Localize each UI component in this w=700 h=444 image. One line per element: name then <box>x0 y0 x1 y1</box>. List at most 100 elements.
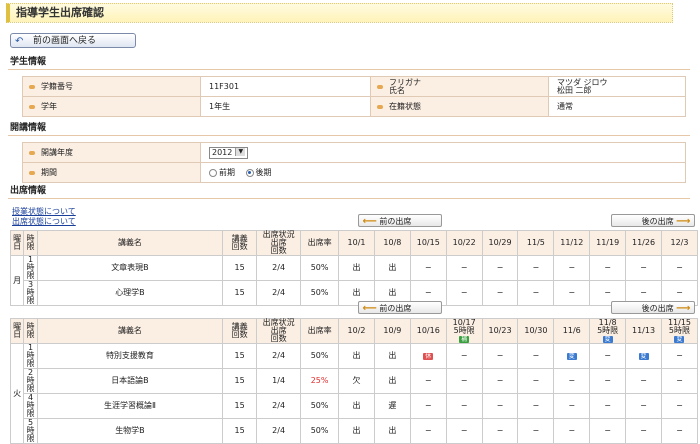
attendance-cell: 出 <box>338 343 375 369</box>
next-attendance-button[interactable]: 後の出席 ⟶ <box>611 214 695 227</box>
table-header-row: 曜日時限講義名 講義 回数 出席状況 出席 回数 出席率 10/1 10/8 10/15 10/22… <box>9 230 699 256</box>
header-attendance-status: 出席状況 出席 回数 <box>256 318 302 344</box>
attended-count: 2/4 <box>256 343 302 369</box>
header-date: 10/29 <box>481 230 519 256</box>
attended-count: 2/4 <box>256 393 302 419</box>
back-button[interactable]: ↶ 前の画面へ戻る <box>10 33 136 48</box>
arrow-right-icon: ⟶ <box>676 216 694 227</box>
attendance-cell: 休 <box>409 343 447 369</box>
header-date: 12/3 <box>660 230 699 256</box>
period-cell: 2時限 <box>23 368 38 394</box>
attendance-table-monday: 曜日時限講義名 講義 回数 出席状況 出席 回数 出席率 10/1 10/8 10/15 10/22… <box>9 230 699 306</box>
course-name: 生物学B <box>36 418 224 444</box>
attendance-cell: − <box>445 280 483 306</box>
period-cell: 5時限 <box>23 418 38 444</box>
attendance-cell: − <box>481 343 519 369</box>
course-year-cell: 2012 ▼ <box>200 142 686 163</box>
attendance-cell: − <box>517 418 555 444</box>
attendance-cell: − <box>589 393 627 419</box>
header-lectures: 講義 回数 <box>222 230 258 256</box>
attendance-cell: − <box>445 368 483 394</box>
prev-attendance-button-2[interactable]: ⟵ 前の出席 <box>358 301 442 314</box>
student-id-value: 11F301 <box>200 76 371 97</box>
attendance-cell: − <box>481 368 519 394</box>
attendance-cell: − <box>660 393 699 419</box>
schedule-badge: 変 <box>674 336 685 343</box>
year-value: 1年生 <box>200 96 371 117</box>
attendance-rate: 50% <box>300 418 340 444</box>
attendance-cell: 出 <box>373 418 411 444</box>
attendance-rate: 50% <box>300 280 340 306</box>
schedule-badge: 補 <box>459 336 470 343</box>
period-cell: 1時限 <box>23 255 38 281</box>
table-row: 5 時限生物学B 15 2/4 50% 出出 − − − − − − − − <box>11 418 699 444</box>
lecture-count: 15 <box>222 368 258 394</box>
attendance-cell: − <box>553 280 591 306</box>
divider <box>8 198 690 199</box>
attendance-cell: − <box>409 368 447 394</box>
attendance-cell: − <box>517 280 555 306</box>
attendance-cell: − <box>481 280 519 306</box>
lecture-count: 15 <box>222 343 258 369</box>
attendance-cell: − <box>517 393 555 419</box>
attendance-rate: 50% <box>300 343 340 369</box>
attended-count: 2/4 <box>256 418 302 444</box>
prev-attendance-button[interactable]: ⟵ 前の出席 <box>358 214 442 227</box>
divider <box>8 135 690 136</box>
bullet-icon <box>377 84 383 89</box>
attendance-cell: 変 <box>553 343 591 369</box>
header-date: 10/9 <box>373 318 411 344</box>
attendance-heading: 出席情報 <box>10 186 47 196</box>
header-date: 11/5 <box>517 230 555 256</box>
attendance-cell: − <box>481 418 519 444</box>
attendance-cell: 欠 <box>338 368 375 394</box>
term-label: 期間 <box>22 162 201 183</box>
attendance-cell: − <box>517 343 555 369</box>
header-day: 曜日 <box>9 318 25 344</box>
lecture-count: 15 <box>222 418 258 444</box>
course-year-label: 開講年度 <box>22 142 201 163</box>
attendance-cell: − <box>553 393 591 419</box>
table-row: 火 1 時限特別支援教育 15 2/4 50% 出出休 − − − 変 − 変 − <box>9 343 699 444</box>
attendance-cell: − <box>625 418 662 444</box>
status-badge: 休 <box>423 353 434 360</box>
course-year-select[interactable]: 2012 ▼ <box>209 146 249 159</box>
header-date: 11/13 <box>625 318 662 344</box>
attendance-rate: 50% <box>300 255 340 281</box>
course-name: 特別支援教育 <box>36 343 224 369</box>
status-badge: 変 <box>566 353 577 360</box>
student-id-label: 学籍番号 <box>22 76 201 97</box>
header-period: 時限 <box>23 318 38 344</box>
header-date: 11/6 <box>553 318 591 344</box>
lecture-count: 15 <box>222 255 258 281</box>
schedule-badge: 変 <box>602 336 613 343</box>
header-date: 10/22 <box>445 230 483 256</box>
divider <box>8 69 690 70</box>
attendance-status-link[interactable]: 出席状態について <box>12 216 76 227</box>
header-period: 時限 <box>23 230 38 256</box>
term-radio-first[interactable] <box>209 168 217 177</box>
header-date: 10/16 <box>409 318 447 344</box>
attendance-cell: − <box>660 368 699 394</box>
bullet-icon <box>29 84 35 89</box>
bullet-icon <box>29 150 35 155</box>
attended-count: 2/4 <box>256 280 302 306</box>
table-row: 2 時限日本語論B 15 1/4 25% 欠出 − − − − − − − − <box>11 368 699 394</box>
attendance-cell: − <box>625 255 662 281</box>
header-day: 曜日 <box>9 230 25 256</box>
attendance-cell: − <box>553 368 591 394</box>
period-cell: 1時限 <box>23 343 38 369</box>
attendance-cell: − <box>445 418 483 444</box>
back-button-label: 前の画面へ戻る <box>33 36 97 46</box>
next-attendance-button-2[interactable]: 後の出席 ⟶ <box>611 301 695 314</box>
header-course: 講義名 <box>36 318 224 344</box>
attendance-table-tuesday: 曜日時限講義名 講義 回数 出席状況 出席 回数 出席率 10/2 10/9 10/16 10/17… <box>9 318 699 444</box>
header-attendance-status: 出席状況 出席 回数 <box>256 230 302 256</box>
attendance-cell: − <box>481 393 519 419</box>
attendance-cell: − <box>589 368 627 394</box>
arrow-right-icon: ⟶ <box>676 303 694 314</box>
table-row: 月 1 時限文章表現B 15 2/4 50% 出出 − − − − − − − − <box>9 255 699 306</box>
status-label: 在籍状態 <box>370 96 549 117</box>
bullet-icon <box>29 104 35 109</box>
term-radio-second[interactable] <box>245 168 254 177</box>
